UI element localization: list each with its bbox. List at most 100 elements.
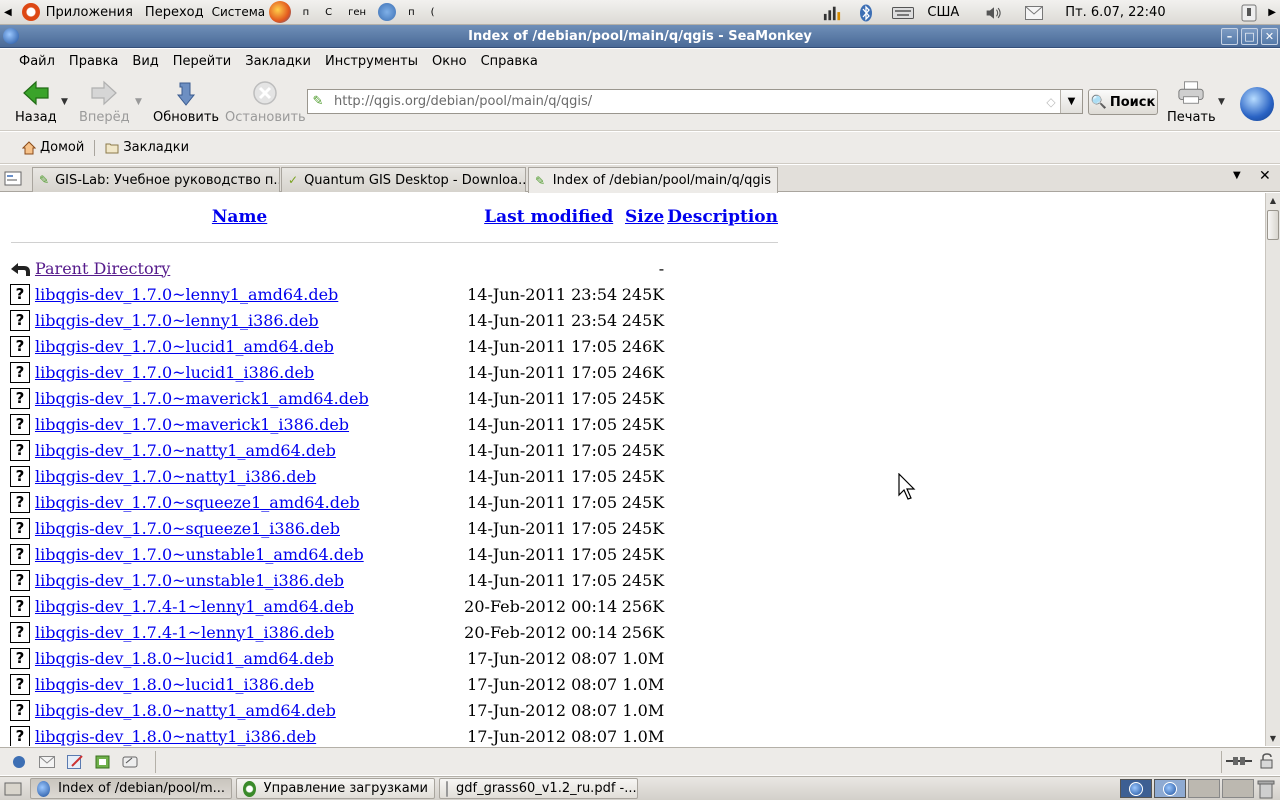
menu-view[interactable]: Вид: [125, 54, 165, 69]
bookmark-tag-icon[interactable]: ◇: [1042, 95, 1060, 109]
chat-icon[interactable]: [117, 755, 145, 769]
navigator-icon[interactable]: [5, 755, 33, 769]
back-history-dropdown[interactable]: ▼: [61, 97, 68, 107]
taskbar-task-browser[interactable]: Index of /debian/pool/m...: [30, 778, 232, 799]
taskbar-task-pdf[interactable]: gdf_grass60_v1.2_ru.pdf -...: [439, 778, 638, 799]
minimize-button[interactable]: –: [1221, 28, 1238, 45]
window-titlebar[interactable]: Index of /debian/pool/main/q/qgis - SeaM…: [0, 25, 1280, 48]
panel-scroll-right[interactable]: ▶: [1264, 0, 1280, 25]
volume-icon[interactable]: [985, 4, 1003, 22]
menu-help[interactable]: Справка: [474, 54, 545, 69]
keyboard-icon[interactable]: [891, 4, 915, 22]
url-input[interactable]: [328, 90, 1042, 113]
close-tab-button[interactable]: ✕: [1259, 168, 1271, 184]
file-link[interactable]: libqgis-dev_1.8.0~lucid1_i386.deb: [35, 675, 314, 694]
scroll-up-arrow[interactable]: ▲: [1266, 193, 1280, 208]
file-link[interactable]: libqgis-dev_1.7.4-1~lenny1_amd64.deb: [35, 597, 354, 616]
firefox-launcher-icon[interactable]: [268, 1, 291, 23]
stop-button[interactable]: Остановить: [225, 79, 306, 125]
panel-scroll-left[interactable]: ◀: [0, 0, 16, 25]
workspace-4[interactable]: [1222, 779, 1254, 798]
mail-icon[interactable]: [33, 755, 61, 768]
menu-go[interactable]: Перейти: [166, 54, 239, 69]
menu-tools[interactable]: Инструменты: [318, 54, 425, 69]
file-link[interactable]: libqgis-dev_1.8.0~natty1_amd64.deb: [35, 701, 336, 720]
workspace-3[interactable]: [1188, 779, 1220, 798]
launcher-item-2[interactable]: С: [317, 0, 340, 25]
print-button[interactable]: Печать: [1167, 79, 1216, 125]
applications-menu[interactable]: Приложения: [16, 0, 139, 25]
forward-button[interactable]: Вперёд: [79, 79, 130, 125]
file-link[interactable]: libqgis-dev_1.7.0~lucid1_i386.deb: [35, 363, 314, 382]
last-modified-column-header[interactable]: Last modified: [484, 207, 613, 227]
vertical-scrollbar[interactable]: ▲ ▼: [1265, 193, 1280, 746]
close-window-button[interactable]: ✕: [1261, 28, 1278, 45]
size-column-header[interactable]: Size: [625, 207, 664, 227]
back-button[interactable]: Назад: [15, 79, 57, 125]
tab-gis-lab[interactable]: ✎ GIS-Lab: Учебное руководство п...: [32, 167, 280, 192]
tab-index-qgis[interactable]: ✎ Index of /debian/pool/main/q/qgis: [528, 167, 778, 193]
file-link[interactable]: libqgis-dev_1.7.0~maverick1_i386.deb: [35, 415, 349, 434]
url-history-dropdown[interactable]: ▼: [1060, 90, 1082, 113]
file-link[interactable]: libqgis-dev_1.7.0~unstable1_i386.deb: [35, 571, 344, 590]
system-monitor-icon[interactable]: [823, 4, 841, 22]
file-link[interactable]: libqgis-dev_1.7.0~maverick1_amd64.deb: [35, 389, 369, 408]
parent-directory-link[interactable]: Parent Directory: [35, 259, 170, 278]
back-arrow-icon: [22, 79, 50, 107]
file-link[interactable]: libqgis-dev_1.7.0~natty1_i386.deb: [35, 467, 316, 486]
system-menu[interactable]: Система: [210, 0, 265, 25]
scroll-down-arrow[interactable]: ▼: [1266, 731, 1280, 746]
tab-quantum-gis[interactable]: ✓ Quantum GIS Desktop - Downloa...: [281, 167, 526, 192]
name-column-header[interactable]: Name: [212, 207, 267, 227]
workspace-1[interactable]: [1120, 779, 1152, 798]
show-desktop-icon[interactable]: [2, 778, 24, 800]
menu-file[interactable]: Файл: [12, 54, 62, 69]
places-menu[interactable]: Переход: [139, 0, 210, 25]
site-identity-icon[interactable]: ✎: [308, 94, 328, 109]
trash-icon[interactable]: [1257, 779, 1275, 800]
file-link[interactable]: libqgis-dev_1.7.0~lenny1_amd64.deb: [35, 285, 338, 304]
launcher-item-5[interactable]: (: [423, 0, 443, 25]
bookmarks-button[interactable]: Закладки: [99, 140, 195, 155]
shutdown-icon[interactable]: [1240, 4, 1258, 22]
launcher-item-3[interactable]: ген: [340, 0, 374, 25]
file-link[interactable]: libqgis-dev_1.7.0~squeeze1_i386.deb: [35, 519, 340, 538]
composer-icon[interactable]: [61, 754, 89, 769]
search-button[interactable]: 🔍 Поиск: [1088, 89, 1158, 115]
menu-bookmarks[interactable]: Закладки: [238, 54, 318, 69]
print-dropdown[interactable]: ▼: [1218, 97, 1225, 107]
address-book-icon[interactable]: [89, 755, 117, 769]
file-link[interactable]: libqgis-dev_1.7.0~lucid1_amd64.deb: [35, 337, 334, 356]
file-link[interactable]: libqgis-dev_1.7.0~unstable1_amd64.deb: [35, 545, 364, 564]
scroll-thumb[interactable]: [1267, 210, 1279, 240]
launcher-item-1[interactable]: п: [295, 0, 318, 25]
description-column-header[interactable]: Description: [667, 207, 778, 227]
seamonkey-window-icon[interactable]: [3, 28, 19, 44]
connection-status-icon[interactable]: [1225, 754, 1253, 772]
taskbar-task-downloads[interactable]: Управление загрузками: [236, 778, 435, 799]
file-size: 245K: [621, 492, 665, 512]
mail-indicator-icon[interactable]: [1025, 4, 1044, 22]
security-lock-icon[interactable]: [1259, 753, 1275, 773]
file-link[interactable]: libqgis-dev_1.7.0~natty1_amd64.deb: [35, 441, 336, 460]
network-launcher-icon[interactable]: [378, 3, 397, 21]
seamonkey-throbber-icon[interactable]: [1240, 87, 1274, 121]
file-link[interactable]: libqgis-dev_1.7.0~squeeze1_amd64.deb: [35, 493, 360, 512]
file-link[interactable]: libqgis-dev_1.7.4-1~lenny1_i386.deb: [35, 623, 334, 642]
workspace-2[interactable]: [1154, 779, 1186, 798]
bluetooth-icon[interactable]: [857, 4, 875, 22]
clock[interactable]: Пт. 6.07, 22:40: [1059, 0, 1234, 25]
file-link[interactable]: libqgis-dev_1.8.0~natty1_i386.deb: [35, 727, 316, 746]
menu-window[interactable]: Окно: [425, 54, 474, 69]
maximize-button[interactable]: □: [1241, 28, 1258, 45]
file-link[interactable]: libqgis-dev_1.8.0~lucid1_amd64.deb: [35, 649, 334, 668]
forward-history-dropdown[interactable]: ▼: [135, 97, 142, 107]
file-link[interactable]: libqgis-dev_1.7.0~lenny1_i386.deb: [35, 311, 319, 330]
launcher-item-4[interactable]: п: [400, 0, 423, 25]
menu-edit[interactable]: Правка: [62, 54, 125, 69]
tab-list-dropdown[interactable]: ▼: [1233, 170, 1241, 181]
reload-button[interactable]: Обновить: [153, 79, 219, 125]
home-button[interactable]: Домой: [16, 140, 90, 155]
keyboard-layout-indicator[interactable]: США: [923, 0, 963, 25]
new-tab-icon[interactable]: [4, 169, 24, 191]
